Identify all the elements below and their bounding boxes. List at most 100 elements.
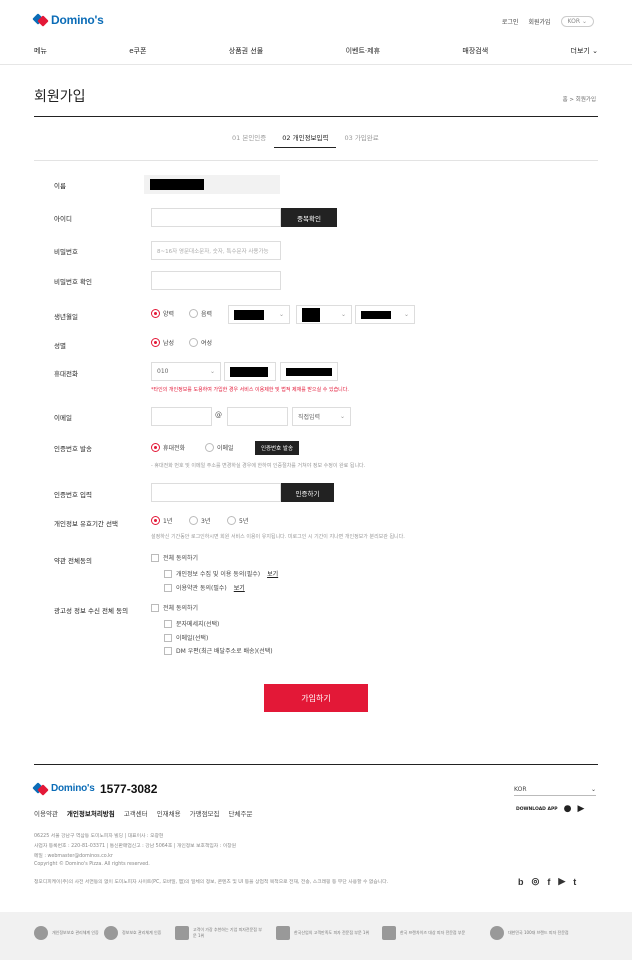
iso-badge-icon (34, 926, 48, 940)
header-divider (0, 64, 632, 65)
footer-info-line: 사업자 등록번호 : 220-81-03371 | 통신판매업신고 : 강남 5… (34, 844, 237, 849)
youtube-icon[interactable]: ▶ (558, 876, 565, 887)
ad-dm-checkbox[interactable]: DM 우편(최근 배달주소로 배송)(선택) (164, 646, 273, 655)
footer-divider (34, 764, 598, 765)
name-label: 이름 (54, 182, 66, 190)
radio-checked-icon (151, 443, 160, 452)
phone-last-input[interactable] (280, 362, 338, 381)
password-confirm-input[interactable] (151, 271, 281, 290)
facebook-icon[interactable]: f (547, 877, 550, 887)
twitter-icon[interactable]: t (573, 877, 576, 887)
dominos-logo-icon (32, 13, 49, 27)
cert-item: 한국 프랜차이즈 대상 피자 전문점 부문 (382, 926, 472, 940)
brand-logo[interactable]: Domino's (32, 13, 104, 27)
nav-gift[interactable]: 상품권 선물 (229, 46, 263, 56)
radio-icon (189, 309, 198, 318)
radio-checked-icon (151, 516, 160, 525)
title-divider (34, 116, 598, 117)
auth-email-radio[interactable]: 이메일 (205, 443, 234, 452)
auth-verify-button[interactable]: 인증하기 (281, 483, 334, 502)
nav-menu[interactable]: 메뉴 (34, 46, 47, 56)
retention-3y-radio[interactable]: 3년 (189, 516, 210, 525)
retention-1y-radio[interactable]: 1년 (151, 516, 172, 525)
nav-store-search[interactable]: 매장검색 (462, 46, 488, 56)
terms-service-checkbox[interactable]: 이용약관 동의(필수) 보기 (164, 583, 245, 592)
id-input[interactable] (151, 208, 281, 227)
footer-phone: 1577-3082 (100, 782, 158, 796)
auth-phone-radio[interactable]: 휴대전화 (151, 443, 185, 452)
birth-lunar-radio[interactable]: 음력 (189, 309, 212, 318)
password-input[interactable]: 8~16자 영문대소문자, 숫자, 특수문자 사용가능 (151, 241, 281, 260)
terms-privacy-view-link[interactable]: 보기 (267, 569, 278, 578)
gender-label: 성별 (54, 342, 66, 350)
birth-month-select[interactable]: ⌄ (296, 305, 352, 324)
ad-all-checkbox[interactable]: 전체 동의하기 (151, 603, 198, 612)
retention-label: 개인정보 유효기간 선택 (54, 520, 118, 528)
birth-day-select[interactable]: ⌄ (355, 305, 415, 324)
phone-prefix-select[interactable]: 010 ⌄ (151, 362, 221, 381)
download-app: DOWNLOAD APP ● ▶ (516, 804, 585, 814)
redacted-year (234, 309, 264, 320)
footer-franchise-link[interactable]: 가맹점모집 (190, 808, 220, 818)
footer-language-select[interactable]: KOR ⌄ (514, 784, 596, 796)
email-domain-input[interactable] (227, 407, 288, 426)
step-1: 01 본인인증 (232, 134, 267, 142)
email-at-sign: @ (215, 411, 222, 419)
page-title: 회원가입 (34, 89, 86, 105)
footer-privacy-link[interactable]: 개인정보처리방침 (67, 808, 115, 818)
google-play-icon[interactable]: ▶ (577, 804, 584, 814)
brand-award-icon (490, 926, 504, 940)
email-domain-select[interactable]: 직접입력 ⌄ (292, 407, 351, 426)
nav-event[interactable]: 이벤트·제휴 (346, 46, 380, 56)
signup-steps: 01 본인인증 02 개인정보입력 03 가입완료 (224, 130, 387, 148)
footer-info-line: 06225 서울 강남구 역삼동 도미노피자 빌딩 | 대표이사 : 오광현 (34, 834, 164, 839)
footer-recruit-link[interactable]: 인재채용 (157, 808, 181, 818)
terms-privacy-checkbox[interactable]: 개인정보 수집 및 이용 동의(필수) 보기 (164, 569, 278, 578)
birth-year-select[interactable]: ⌄ (228, 305, 290, 324)
phone-middle-input[interactable] (224, 362, 276, 381)
auth-code-input[interactable] (151, 483, 281, 502)
footer-cs-link[interactable]: 고객센터 (124, 808, 148, 818)
phone-label: 휴대전화 (54, 370, 78, 378)
login-link[interactable]: 로그인 (502, 17, 519, 26)
signup-link[interactable]: 회원가입 (528, 17, 550, 26)
gender-male-radio[interactable]: 남성 (151, 338, 174, 347)
step-3: 03 가입완료 (344, 134, 379, 142)
id-label: 아이디 (54, 215, 72, 223)
retention-5y-radio[interactable]: 5년 (227, 516, 248, 525)
ad-sms-checkbox[interactable]: 문자메세지(선택) (164, 619, 219, 628)
cert-badge-icon (104, 926, 118, 940)
submit-button[interactable]: 가입하기 (264, 684, 368, 712)
instagram-icon[interactable]: ◎ (532, 876, 540, 887)
ad-email-checkbox[interactable]: 이메일(선택) (164, 633, 208, 642)
logo-text: Domino's (51, 13, 104, 27)
redacted-phone-last (286, 367, 332, 376)
gender-female-radio[interactable]: 여성 (189, 338, 212, 347)
footer-group-order-link[interactable]: 단체주문 (229, 808, 253, 818)
checkbox-icon (151, 603, 159, 612)
radio-checked-icon (151, 309, 160, 318)
auth-send-button[interactable]: 인증번호 발송 (255, 441, 299, 455)
radio-icon (189, 338, 198, 347)
radio-icon (189, 516, 198, 525)
footer-logo[interactable]: Domino's (32, 781, 95, 796)
birth-solar-radio[interactable]: 양력 (151, 309, 174, 318)
nav-ecoupon[interactable]: e쿠폰 (129, 46, 146, 56)
id-check-button[interactable]: 중복확인 (281, 208, 337, 227)
checkbox-icon (151, 553, 159, 562)
terms-service-view-link[interactable]: 보기 (234, 583, 245, 592)
nav-more[interactable]: 더보기 ⌄ (571, 46, 598, 56)
ad-consent-label: 광고성 정보 수신 전체 동의 (54, 607, 129, 615)
email-id-input[interactable] (151, 407, 212, 426)
blog-icon[interactable]: b (518, 877, 524, 887)
terms-label: 약관 전체동의 (54, 557, 92, 565)
terms-all-checkbox[interactable]: 전체 동의하기 (151, 553, 198, 562)
footer-terms-link[interactable]: 이용약관 (34, 808, 58, 818)
chevron-down-icon: ⌄ (581, 18, 587, 25)
form-divider (34, 160, 598, 161)
footer-nav: 이용약관 개인정보처리방침 고객센터 인재채용 가맹점모집 단체주문 (34, 808, 252, 818)
auth-send-label: 인증번호 발송 (54, 445, 92, 453)
social-links: b ◎ f ▶ t (518, 876, 576, 887)
language-select[interactable]: KOR ⌄ (560, 16, 594, 27)
apple-icon[interactable]: ● (564, 804, 572, 814)
